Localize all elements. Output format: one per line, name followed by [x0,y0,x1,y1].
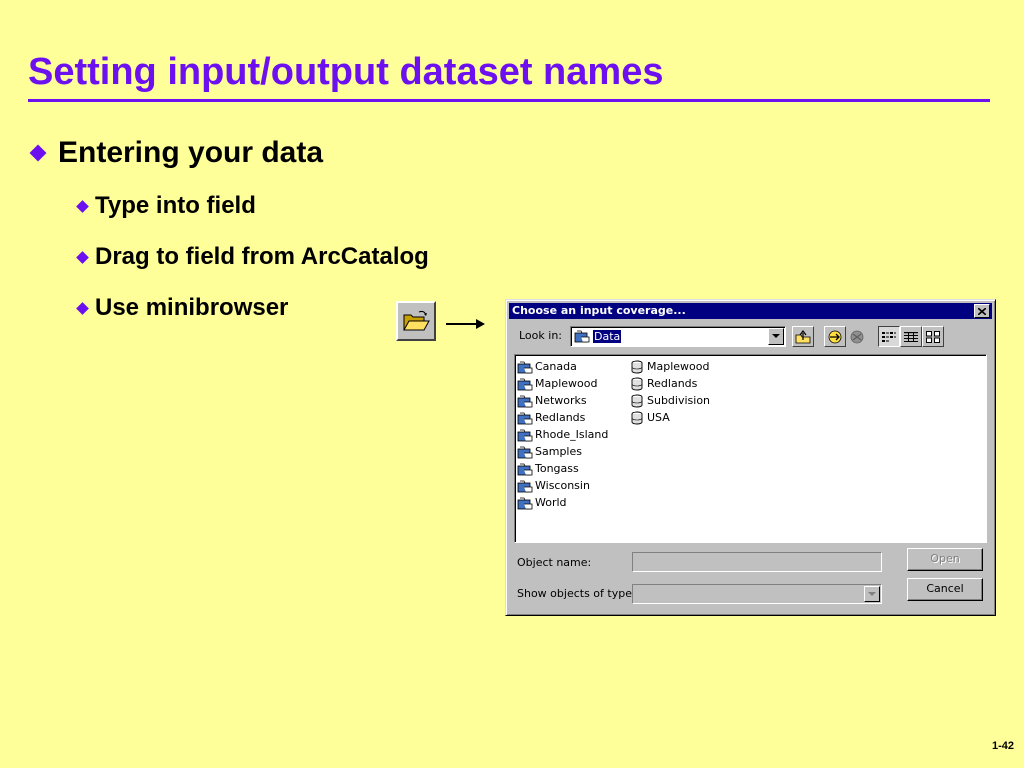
page-number: 1-42 [991,740,1014,752]
disconnect-folder-icon [850,330,864,343]
minibrowser-button[interactable] [396,301,436,341]
list-item-label: Maplewood [647,360,710,373]
coverage-folder-column: Canada Maplewood Networks Redlands Rhode_Isl… [517,358,608,511]
bullet-diamond-icon [76,250,89,264]
list-item-label: Maplewood [535,377,598,390]
list-item[interactable]: Wisconsin [517,477,608,494]
sub-bullet-drag-to-field: Drag to field from ArcCatalog [76,243,429,271]
thumbnails-view-button[interactable] [922,326,944,347]
chevron-down-icon [868,591,876,596]
list-item[interactable]: World [517,494,608,511]
list-item[interactable]: Tongass [517,460,608,477]
coverage-folder-icon [517,360,535,374]
show-type-label: Show objects of type: [517,587,636,600]
list-item[interactable]: USA [629,409,710,426]
list-item-label: Tongass [535,462,579,475]
pointer-arrow-icon [446,319,485,329]
list-item-label: Rhode_Island [535,428,609,441]
database-icon [629,394,647,408]
show-type-dropdown-button[interactable] [864,586,880,602]
list-item[interactable]: Redlands [517,409,608,426]
coverage-folder-icon [517,496,535,510]
up-one-level-button[interactable] [792,326,814,347]
list-item[interactable]: Canada [517,358,608,375]
object-name-field[interactable] [632,552,882,572]
list-item-label: USA [647,411,670,424]
choose-input-coverage-dialog: Choose an input coverage... Look in: Dat… [505,299,996,616]
coverage-folder-icon [517,394,535,408]
folder-connection-icon [574,330,590,343]
dialog-title: Choose an input coverage... [512,304,686,317]
bullet-diamond-icon [76,301,89,315]
coverage-folder-icon [517,428,535,442]
title-underline [28,99,990,102]
list-item[interactable]: Networks [517,392,608,409]
coverage-folder-icon [517,411,535,425]
list-item-label: Canada [535,360,577,373]
coverage-folder-icon [517,479,535,493]
coverage-folder-icon [517,445,535,459]
list-item[interactable]: Subdivision [629,392,710,409]
file-list[interactable]: Canada Maplewood Networks Redlands Rhode_Isl… [514,354,987,543]
bullet-text: Entering your data [58,136,324,169]
connect-folder-icon [828,330,842,343]
list-item[interactable]: Rhode_Island [517,426,608,443]
database-column: Maplewood Redlands Subdivision USA [629,358,710,426]
list-item-label: Wisconsin [535,479,590,492]
look-in-value: Data [593,330,622,343]
dialog-title-bar[interactable]: Choose an input coverage... [509,303,992,319]
database-icon [629,360,647,374]
database-icon [629,377,647,391]
list-item[interactable]: Samples [517,443,608,460]
open-folder-icon [403,310,430,331]
sub-bullet-text: Drag to field from ArcCatalog [95,243,429,270]
close-icon [978,307,986,315]
list-item-label: World [535,496,567,509]
disconnect-folder-button[interactable] [846,326,868,347]
coverage-folder-icon [517,462,535,476]
thumbnails-view-icon [926,330,940,343]
look-in-dropdown[interactable]: Data [570,326,786,347]
list-item[interactable]: Maplewood [629,358,710,375]
database-icon [629,411,647,425]
look-in-dropdown-button[interactable] [768,328,784,345]
object-name-label: Object name: [517,556,592,569]
coverage-folder-icon [517,377,535,391]
close-button[interactable] [974,304,990,318]
open-button[interactable]: Open [907,548,983,571]
details-view-button[interactable] [900,326,922,347]
sub-bullet-text: Type into field [95,192,256,219]
list-view-button[interactable] [878,326,900,347]
show-type-dropdown[interactable] [632,584,882,604]
sub-bullet-use-minibrowser: Use minibrowser [76,294,289,322]
list-item-label: Networks [535,394,587,407]
slide-title: Setting input/output dataset names [28,51,664,93]
list-item-label: Redlands [647,377,698,390]
sub-bullet-type-into-field: Type into field [76,192,256,220]
bullet-diamond-icon [29,144,47,162]
up-one-level-icon [795,329,811,343]
connect-folder-button[interactable] [824,326,846,347]
list-item-label: Subdivision [647,394,711,407]
list-item[interactable]: Maplewood [517,375,608,392]
cancel-button[interactable]: Cancel [907,578,983,601]
details-view-icon [904,331,918,342]
chevron-down-icon [772,334,780,338]
list-item-label: Samples [535,445,582,458]
bullet-diamond-icon [76,199,89,213]
bullet-entering-data: Entering your data [29,136,324,170]
list-item-label: Redlands [535,411,586,424]
list-item[interactable]: Redlands [629,375,710,392]
sub-bullet-text: Use minibrowser [95,294,289,321]
look-in-label: Look in: [519,329,562,342]
list-view-icon [882,331,896,342]
